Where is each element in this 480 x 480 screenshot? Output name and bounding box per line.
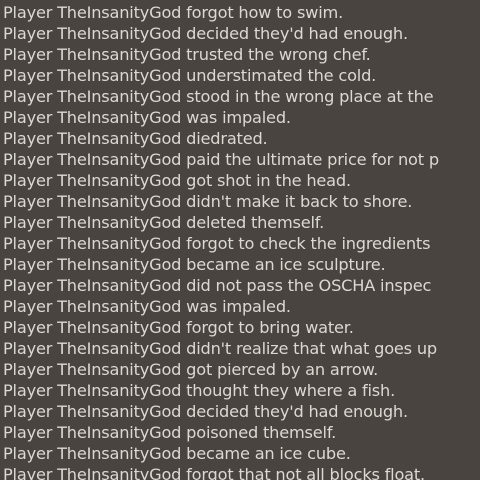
chat-line: Player TheInsanityGod decided they'd had… xyxy=(3,401,480,422)
chat-line: Player TheInsanityGod forgot how to swim… xyxy=(3,2,480,23)
chat-message: Player TheInsanityGod understimated the … xyxy=(3,66,377,85)
chat-line: Player TheInsanityGod didn't realize tha… xyxy=(3,338,480,359)
chat-line: Player TheInsanityGod decided they'd had… xyxy=(3,23,480,44)
chat-message: Player TheInsanityGod got pierced by an … xyxy=(3,360,379,379)
chat-message: Player TheInsanityGod trusted the wrong … xyxy=(3,45,371,64)
chat-message: Player TheInsanityGod became an ice scul… xyxy=(3,255,386,274)
chat-message: Player TheInsanityGod decided they'd had… xyxy=(3,24,408,43)
chat-line: Player TheInsanityGod diedrated. xyxy=(3,128,480,149)
chat-message: Player TheInsanityGod poisoned themself. xyxy=(3,423,337,442)
chat-message: Player TheInsanityGod forgot that not al… xyxy=(3,465,425,480)
chat-line: Player TheInsanityGod was impaled. xyxy=(3,107,480,128)
chat-message: Player TheInsanityGod decided they'd had… xyxy=(3,402,408,421)
chat-line: Player TheInsanityGod trusted the wrong … xyxy=(3,44,480,65)
chat-line: Player TheInsanityGod deleted themself. xyxy=(3,212,480,233)
chat-line: Player TheInsanityGod thought they where… xyxy=(3,380,480,401)
chat-message: Player TheInsanityGod didn't realize tha… xyxy=(3,339,437,358)
chat-log: Player TheInsanityGod forgot how to swim… xyxy=(3,2,480,480)
chat-line: Player TheInsanityGod became an ice scul… xyxy=(3,254,480,275)
chat-message: Player TheInsanityGod forgot to bring wa… xyxy=(3,318,354,337)
chat-line: Player TheInsanityGod poisoned themself. xyxy=(3,422,480,443)
chat-line: Player TheInsanityGod didn't make it bac… xyxy=(3,191,480,212)
chat-message: Player TheInsanityGod stood in the wrong… xyxy=(3,87,434,106)
chat-message: Player TheInsanityGod didn't make it bac… xyxy=(3,192,413,211)
chat-message: Player TheInsanityGod paid the ultimate … xyxy=(3,150,439,169)
chat-line: Player TheInsanityGod got shot in the he… xyxy=(3,170,480,191)
chat-message: Player TheInsanityGod was impaled. xyxy=(3,297,291,316)
chat-message: Player TheInsanityGod became an ice cube… xyxy=(3,444,351,463)
chat-message: Player TheInsanityGod deleted themself. xyxy=(3,213,325,232)
chat-message: Player TheInsanityGod got shot in the he… xyxy=(3,171,351,190)
chat-line: Player TheInsanityGod forgot to bring wa… xyxy=(3,317,480,338)
chat-line: Player TheInsanityGod became an ice cube… xyxy=(3,443,480,464)
chat-message: Player TheInsanityGod thought they where… xyxy=(3,381,396,400)
chat-line: Player TheInsanityGod understimated the … xyxy=(3,65,480,86)
chat-message: Player TheInsanityGod forgot how to swim… xyxy=(3,3,344,22)
chat-line: Player TheInsanityGod paid the ultimate … xyxy=(3,149,480,170)
chat-line: Player TheInsanityGod was impaled. xyxy=(3,296,480,317)
chat-message: Player TheInsanityGod forgot to check th… xyxy=(3,234,431,253)
chat-line: Player TheInsanityGod stood in the wrong… xyxy=(3,86,480,107)
chat-message: Player TheInsanityGod diedrated. xyxy=(3,129,268,148)
chat-line: Player TheInsanityGod got pierced by an … xyxy=(3,359,480,380)
chat-message: Player TheInsanityGod was impaled. xyxy=(3,108,291,127)
chat-line: Player TheInsanityGod did not pass the O… xyxy=(3,275,480,296)
chat-line: Player TheInsanityGod forgot that not al… xyxy=(3,464,480,480)
chat-line: Player TheInsanityGod forgot to check th… xyxy=(3,233,480,254)
chat-message: Player TheInsanityGod did not pass the O… xyxy=(3,276,432,295)
